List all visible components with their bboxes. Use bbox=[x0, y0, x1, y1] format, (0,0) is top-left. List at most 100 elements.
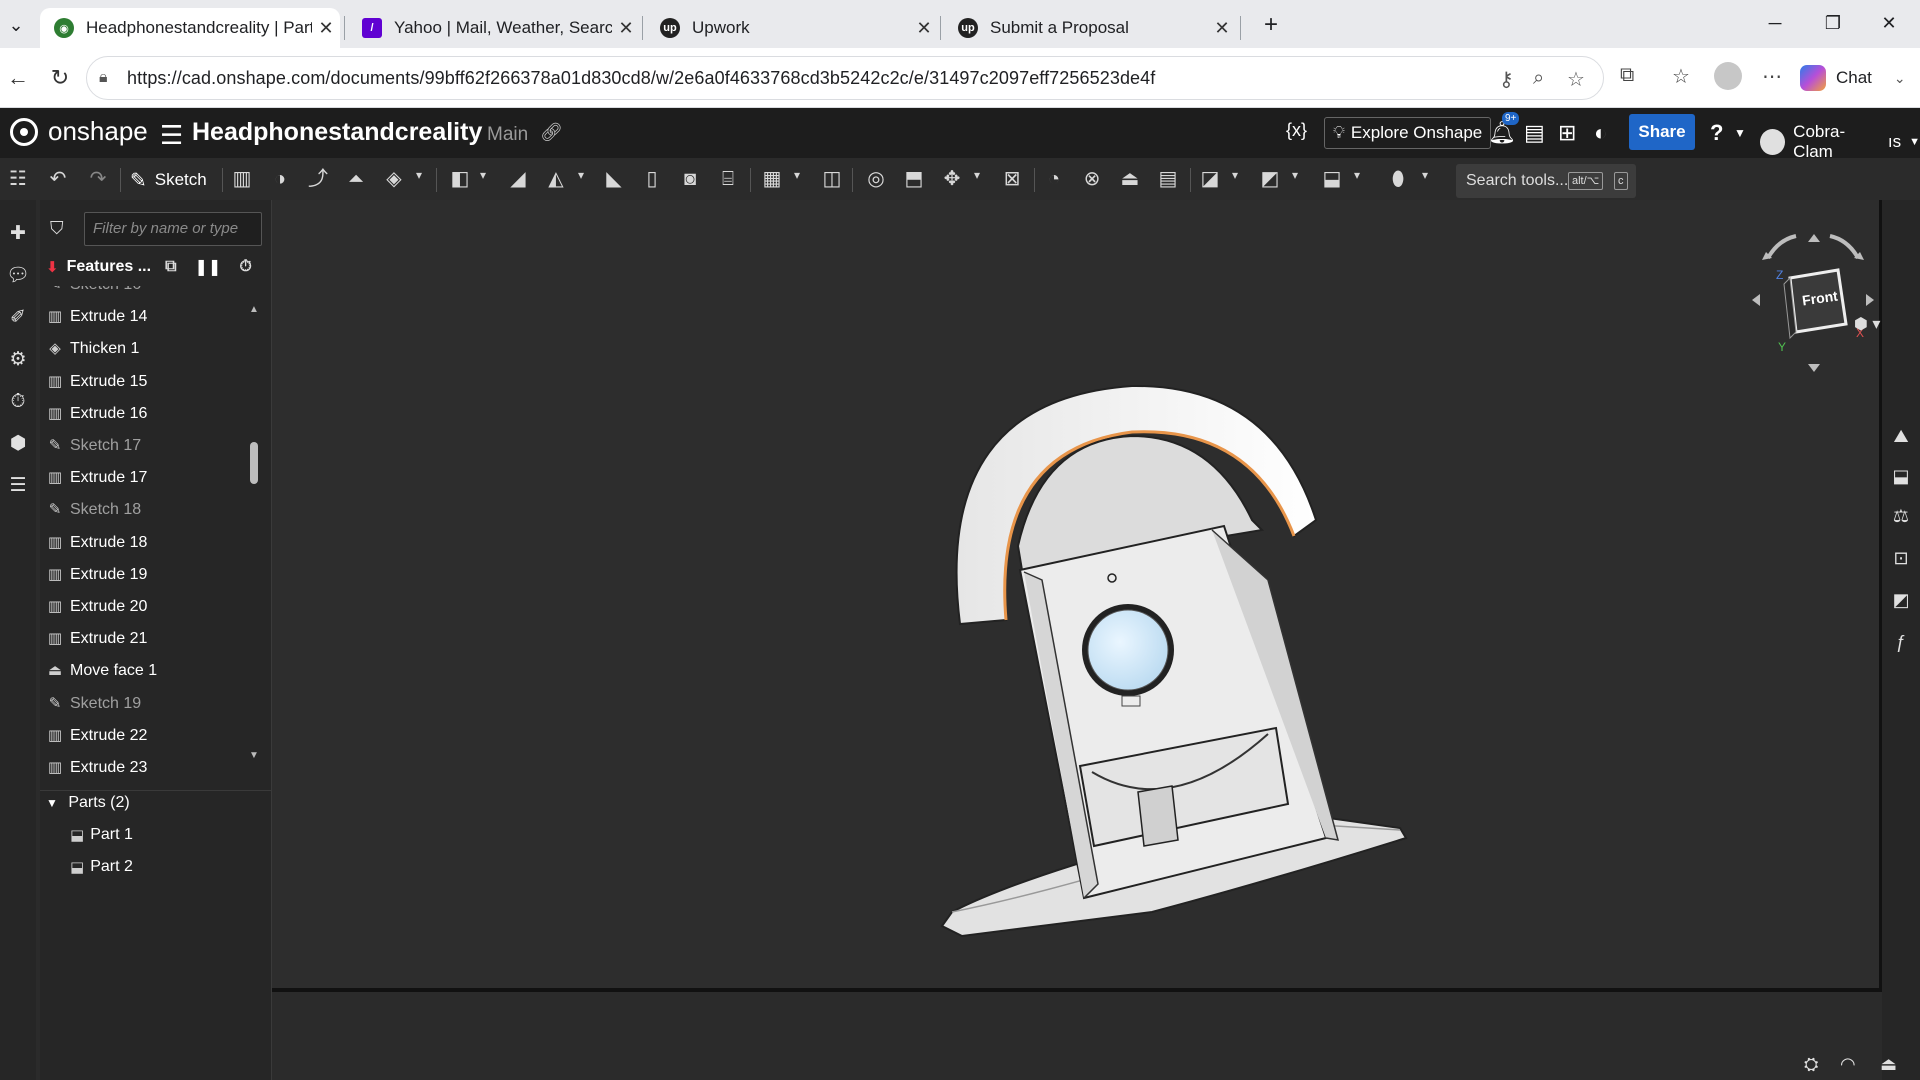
section-plane-icon[interactable]: ⛭ bbox=[1804, 1054, 1818, 1075]
chevron-down-icon[interactable]: ▾ bbox=[1232, 168, 1238, 182]
draft-icon[interactable]: ◭ bbox=[542, 166, 570, 192]
close-icon[interactable]: ✕ bbox=[1208, 18, 1236, 39]
boolean-icon[interactable]: ◎ bbox=[862, 166, 890, 192]
fillet-icon[interactable]: ◧ bbox=[446, 166, 474, 192]
section-view-icon[interactable]: ◩ bbox=[1889, 588, 1913, 612]
feature-item[interactable]: ▥ Extrude 16 bbox=[46, 401, 242, 427]
transform-icon[interactable]: ✥ bbox=[938, 166, 966, 192]
comments-icon[interactable]: 💬︎ bbox=[6, 264, 30, 288]
notes-icon[interactable]: ✐ bbox=[6, 306, 30, 330]
timer-icon[interactable]: ⏱ bbox=[239, 258, 251, 276]
chevron-down-icon[interactable]: ⌄ bbox=[1894, 70, 1906, 87]
pause-icon[interactable]: ❚❚ bbox=[195, 257, 222, 277]
feature-item[interactable]: ▥ Extrude 18 bbox=[46, 530, 242, 556]
minimize-button[interactable]: ─ bbox=[1752, 6, 1798, 40]
extensions-icon[interactable]: ⧉ bbox=[1620, 64, 1634, 87]
parts-panel-icon[interactable]: ⬓ bbox=[1889, 464, 1913, 488]
chevron-down-icon[interactable]: ▾ bbox=[1292, 168, 1298, 182]
restore-button[interactable]: ❐ bbox=[1810, 6, 1856, 40]
tab-upwork[interactable]: up Upwork ✕ bbox=[646, 8, 938, 48]
replace-face-icon[interactable]: ▤ bbox=[1154, 166, 1182, 192]
zoom-icon[interactable]: ⌕ bbox=[1533, 67, 1544, 90]
feature-list-scrollbar[interactable]: ▲ ▼ bbox=[248, 304, 260, 762]
branch-label[interactable]: Main bbox=[487, 124, 528, 146]
move-face-icon[interactable]: ⏏ bbox=[1116, 166, 1144, 192]
window-close-button[interactable]: ✕ bbox=[1866, 6, 1912, 40]
close-icon[interactable]: ✕ bbox=[612, 18, 640, 39]
tab-submit-proposal[interactable]: up Submit a Proposal ✕ bbox=[944, 8, 1236, 48]
surface-icon[interactable]: ◩ bbox=[1256, 166, 1284, 192]
filter-icon[interactable]: ⛉ bbox=[50, 218, 64, 239]
plane-icon[interactable]: ◪ bbox=[1196, 166, 1224, 192]
mass-properties-icon[interactable]: ⚖ bbox=[1889, 504, 1913, 528]
part-studio-icon[interactable]: ⬢ bbox=[6, 432, 30, 456]
scroll-up-icon[interactable]: ▲ bbox=[249, 304, 259, 315]
favorite-star-icon[interactable]: ☆ bbox=[1567, 67, 1585, 92]
feature-item[interactable]: ▥ Extrude 23 bbox=[46, 755, 242, 781]
back-arrow-icon[interactable]: ← bbox=[2, 62, 34, 94]
feature-item[interactable]: ⏏ Move face 1 bbox=[46, 658, 242, 684]
more-options-icon[interactable]: ⋯ bbox=[1762, 64, 1782, 89]
cylinder-icon[interactable]: ⌸ bbox=[714, 166, 742, 192]
explore-onshape-button[interactable]: 💡︎ Explore Onshape bbox=[1324, 117, 1492, 149]
onshape-logo[interactable]: onshape bbox=[10, 116, 148, 147]
chevron-down-icon[interactable]: ▾ bbox=[578, 168, 584, 182]
view-options-icon[interactable]: ⬢ ▾ bbox=[1854, 314, 1880, 334]
feature-item[interactable]: ✎ Sketch 17 bbox=[46, 433, 242, 459]
feature-list-toggle-icon[interactable]: ☷ bbox=[4, 166, 32, 192]
render-mode-icon[interactable]: ◠ bbox=[1840, 1054, 1856, 1075]
profile-avatar[interactable] bbox=[1714, 62, 1742, 90]
rib-icon[interactable]: ◣ bbox=[600, 166, 628, 192]
mirror-icon[interactable]: ◫ bbox=[818, 166, 846, 192]
site-info-icon[interactable]: 🔒︎ bbox=[99, 69, 108, 87]
share-button[interactable]: Share bbox=[1629, 114, 1695, 150]
scrollbar-thumb[interactable] bbox=[250, 442, 258, 484]
sketch-button[interactable]: ✎ Sketch bbox=[130, 166, 207, 194]
link-icon[interactable]: 🔗︎ bbox=[540, 122, 563, 143]
split-icon[interactable]: ⬒ bbox=[900, 166, 928, 192]
variables-icon[interactable]: {x} bbox=[1286, 120, 1307, 141]
chevron-down-icon[interactable]: ▾ bbox=[974, 168, 980, 182]
pattern-icon[interactable]: ▦ bbox=[758, 166, 786, 192]
thicken-icon[interactable]: ◈ bbox=[380, 166, 408, 192]
properties-icon[interactable]: ☰ bbox=[6, 474, 30, 498]
history-icon[interactable]: ⏱ bbox=[6, 390, 30, 414]
redo-icon[interactable]: ↷ bbox=[84, 166, 112, 192]
url-box[interactable]: 🔒︎ https://cad.onshape.com/documents/99b… bbox=[86, 56, 1604, 100]
feature-item[interactable]: ▥ Extrude 17 bbox=[46, 465, 242, 491]
url-text[interactable]: https://cad.onshape.com/documents/99bff6… bbox=[127, 68, 1155, 89]
add-folder-icon[interactable]: ⧉ bbox=[165, 258, 176, 276]
chevron-down-icon[interactable]: ▾ bbox=[1422, 168, 1428, 182]
3d-viewport[interactable] bbox=[272, 200, 1882, 992]
user-menu[interactable]: Cobra-Clam ıs ▼ bbox=[1760, 122, 1920, 162]
sheet-metal-icon[interactable]: ⬓ bbox=[1318, 166, 1346, 192]
hamburger-menu-icon[interactable]: ☰ bbox=[160, 120, 183, 151]
part-item[interactable]: ⬓ Part 2 bbox=[70, 858, 133, 876]
view-settings-icon[interactable]: ⏏ bbox=[1880, 1054, 1897, 1075]
chevron-down-icon[interactable]: ▾ bbox=[416, 168, 422, 182]
configurations-icon[interactable]: ⚙ bbox=[6, 348, 30, 372]
part-item[interactable]: ⬓ Part 1 bbox=[70, 826, 133, 844]
parts-header[interactable]: ▼ Parts (2) bbox=[46, 794, 130, 812]
new-tab-button[interactable]: + bbox=[1248, 8, 1294, 42]
extrude-icon[interactable]: ▥ bbox=[228, 166, 256, 192]
copilot-chat-button[interactable]: Chat ⌄ bbox=[1800, 60, 1906, 96]
tab-search-icon[interactable]: ⌄ bbox=[0, 8, 32, 42]
tab-onshape[interactable]: ◉ Headphonestandcreality | Part Stu ✕ bbox=[40, 8, 340, 48]
feature-item[interactable]: ▥ Extrude 14 bbox=[46, 304, 242, 330]
loft-icon[interactable]: ⏶ bbox=[342, 166, 370, 192]
chevron-down-icon[interactable]: ▾ bbox=[794, 168, 800, 182]
favorites-icon[interactable]: ☆ bbox=[1672, 64, 1690, 89]
shell-icon[interactable]: ▯ bbox=[638, 166, 666, 192]
feature-item[interactable]: ✎ Sketch 18 bbox=[46, 497, 242, 523]
document-list-icon[interactable]: ▤ bbox=[1524, 120, 1545, 146]
delete-face-icon[interactable]: ⊗ bbox=[1078, 166, 1106, 192]
scroll-down-icon[interactable]: ▼ bbox=[249, 750, 259, 761]
feature-item[interactable]: ✎ Sketch 19 bbox=[46, 691, 242, 717]
tab-yahoo[interactable]: / Yahoo | Mail, Weather, Search, Poli ✕ bbox=[348, 8, 640, 48]
filter-input[interactable]: Filter by name or type bbox=[84, 212, 262, 246]
app-store-icon[interactable]: ⊞ bbox=[1558, 120, 1576, 146]
sweep-icon[interactable]: ⤴ bbox=[304, 166, 332, 192]
feature-item[interactable]: ▥ Extrude 22 bbox=[46, 723, 242, 749]
chevron-down-icon[interactable]: ▼ bbox=[1734, 126, 1746, 140]
